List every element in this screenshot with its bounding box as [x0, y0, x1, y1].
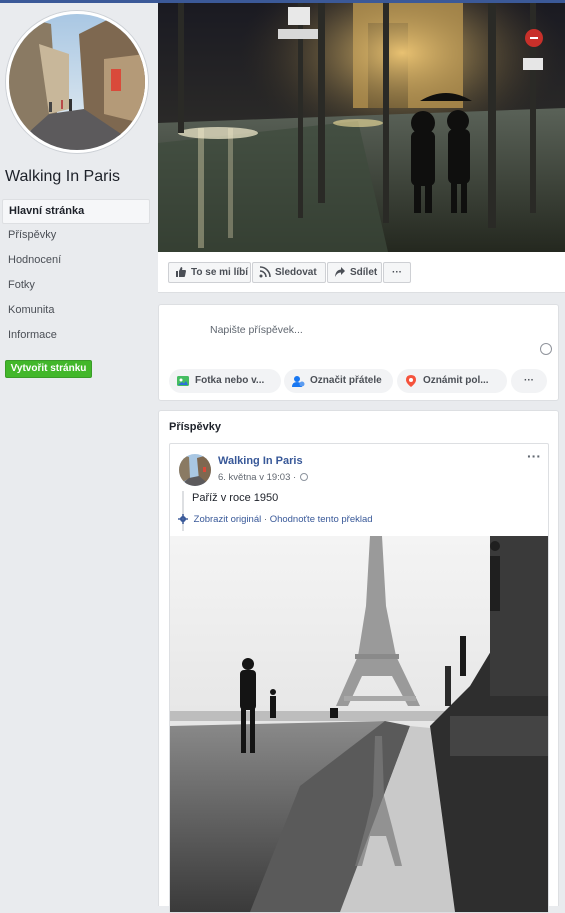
- sidebar-item-photos[interactable]: Fotky: [2, 274, 150, 299]
- post-photo[interactable]: [170, 536, 548, 912]
- post-avatar[interactable]: [179, 454, 211, 486]
- photo-video-button[interactable]: Fotka nebo v...: [169, 369, 281, 393]
- profile-picture[interactable]: [6, 11, 148, 153]
- post-text: Paříž v roce 1950: [192, 492, 279, 504]
- like-button[interactable]: To se mi líbí: [168, 262, 251, 283]
- translation-separator: ·: [261, 514, 270, 525]
- cover-photo[interactable]: [158, 3, 565, 252]
- globe-icon: [300, 473, 309, 481]
- check-in-button[interactable]: Oznámit pol...: [397, 369, 507, 393]
- photo-icon: [177, 376, 189, 386]
- location-pin-icon: [406, 375, 416, 387]
- post-composer: Napište příspěvek... Fotka nebo v... Ozn…: [158, 304, 559, 401]
- sidebar-item-reviews[interactable]: Hodnocení: [2, 249, 150, 274]
- posts-section: Příspěvky Walking In Paris 6. května v 1…: [158, 410, 559, 913]
- photo-video-label: Fotka nebo v...: [195, 375, 265, 386]
- show-original-link[interactable]: Zobrazit originál: [194, 514, 262, 525]
- post-time-text: 6. května v 19:03 ·: [218, 472, 297, 483]
- sidebar-item-community[interactable]: Komunita: [2, 299, 150, 324]
- post-timestamp[interactable]: 6. května v 19:03 ·: [218, 472, 309, 483]
- rss-icon: [259, 266, 271, 278]
- sidebar-item-about[interactable]: Informace: [2, 324, 150, 349]
- posts-heading: Příspěvky: [169, 421, 221, 433]
- share-icon: [335, 267, 345, 277]
- gear-icon[interactable]: [178, 514, 188, 524]
- post-author[interactable]: Walking In Paris: [218, 455, 303, 467]
- tag-friends-label: Označit přátele: [310, 375, 382, 386]
- share-label: Sdílet: [350, 267, 378, 278]
- tag-friends-icon: [292, 376, 305, 387]
- composer-placeholder[interactable]: Napište příspěvek...: [210, 324, 303, 336]
- emoji-icon[interactable]: [540, 343, 552, 355]
- translation-bar: Zobrazit originál · Ohodnoťte tento přek…: [178, 514, 373, 525]
- left-sidebar: Walking In Paris Hlavní stránka Příspěvk…: [0, 0, 157, 906]
- post-card: Walking In Paris 6. května v 19:03 · ···…: [169, 443, 549, 913]
- tag-friends-button[interactable]: Označit přátele: [284, 369, 393, 393]
- thumbs-up-icon: [176, 267, 186, 277]
- sidebar-item-home[interactable]: Hlavní stránka: [2, 199, 150, 224]
- rate-translation-link[interactable]: Ohodnoťte tento překlad: [270, 514, 373, 525]
- sidebar-item-posts[interactable]: Příspěvky: [2, 224, 150, 249]
- share-button[interactable]: Sdílet: [327, 262, 382, 283]
- more-button[interactable]: ···: [383, 262, 411, 283]
- page-nav: Hlavní stránka Příspěvky Hodnocení Fotky…: [2, 199, 150, 349]
- create-page-button[interactable]: Vytvořit stránku: [5, 360, 92, 378]
- like-label: To se mi líbí: [191, 267, 249, 278]
- page-title: Walking In Paris: [5, 168, 120, 185]
- check-in-label: Oznámit pol...: [423, 375, 489, 386]
- post-options-button[interactable]: ···: [527, 448, 541, 464]
- composer-more-button[interactable]: ···: [511, 369, 547, 393]
- follow-label: Sledovat: [275, 267, 317, 278]
- post-text-block: Paříž v roce 1950: [182, 491, 278, 531]
- page-action-bar: To se mi líbí Sledovat Sdílet ···: [158, 252, 565, 293]
- follow-button[interactable]: Sledovat: [252, 262, 326, 283]
